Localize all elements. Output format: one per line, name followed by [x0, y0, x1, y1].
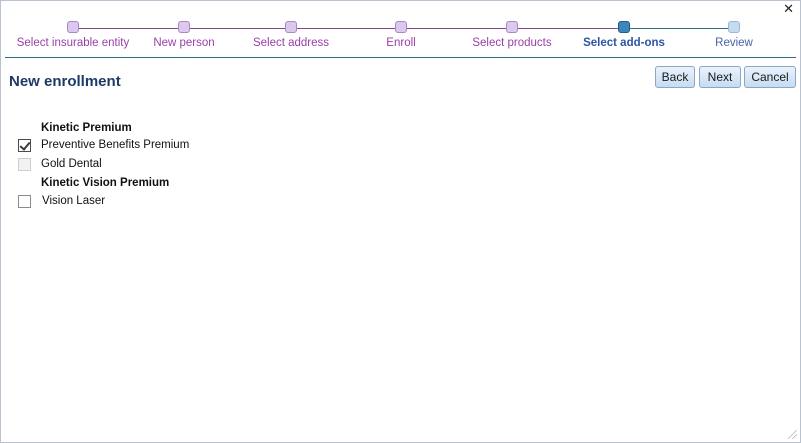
step-review[interactable]: Review: [659, 21, 801, 49]
gold-dental-checkbox: [18, 158, 31, 171]
enrollment-dialog: ✕ Select insurable entity New person Sel…: [0, 0, 801, 443]
addon-option-label: Vision Laser: [42, 195, 106, 207]
step-node-icon: [285, 21, 297, 33]
cancel-button[interactable]: Cancel: [744, 66, 796, 88]
addon-option-label: Gold Dental: [41, 158, 102, 170]
header-divider: [5, 57, 796, 58]
page-title: New enrollment: [9, 73, 121, 90]
step-node-icon: [67, 21, 79, 33]
preventive-benefits-premium-checkbox[interactable]: [18, 139, 31, 152]
back-button[interactable]: Back: [655, 66, 695, 88]
step-node-icon: [506, 21, 518, 33]
step-node-icon: [728, 21, 740, 33]
next-button[interactable]: Next: [699, 66, 741, 88]
addon-group-title: Kinetic Vision Premium: [41, 177, 170, 189]
wizard-stepper: Select insurable entity New person Selec…: [1, 1, 800, 57]
addon-group-title: Kinetic Premium: [41, 122, 132, 134]
addon-option-label: Preventive Benefits Premium: [41, 139, 190, 151]
step-label: Review: [715, 37, 753, 49]
resize-grip-icon[interactable]: [788, 430, 797, 439]
vision-laser-checkbox[interactable]: [18, 195, 31, 208]
step-node-icon: [395, 21, 407, 33]
step-node-icon: [178, 21, 190, 33]
step-node-icon: [618, 21, 630, 33]
